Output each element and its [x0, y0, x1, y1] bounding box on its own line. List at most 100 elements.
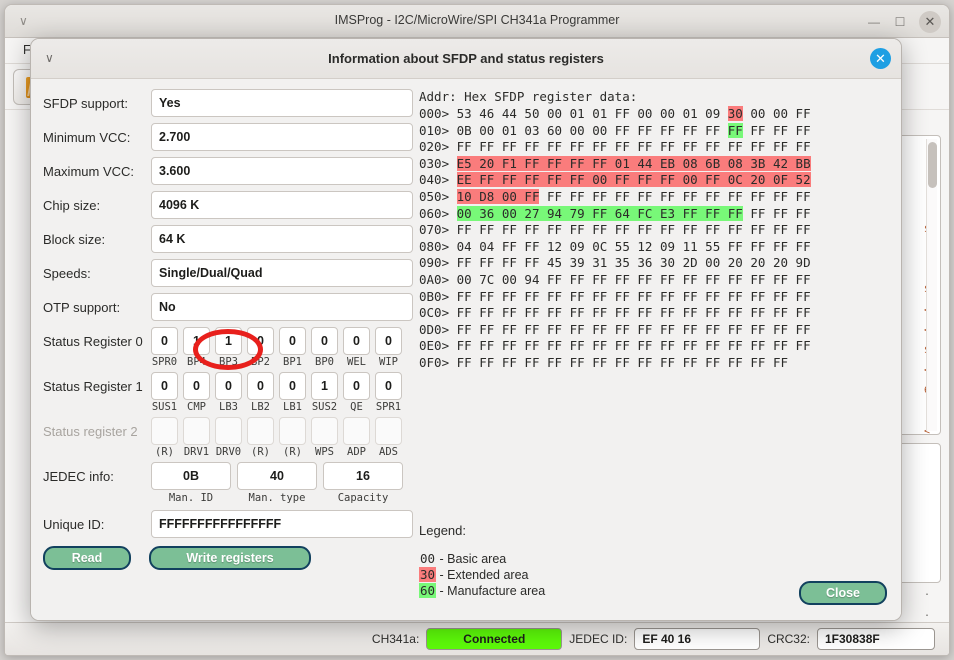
hexdump-byte: FF [637, 289, 652, 304]
status-bit-cell[interactable]: 0 [343, 372, 370, 400]
status-bit-cell[interactable]: 0 [247, 372, 274, 400]
status-bit-cell[interactable]: 0 [343, 327, 370, 355]
hexdump-byte: FF [660, 123, 675, 138]
info-field-value[interactable]: 3.600 [151, 157, 413, 185]
close-button[interactable]: Close [799, 581, 887, 605]
hexdump-byte: FF [750, 322, 765, 337]
status-bit-cell[interactable]: 0 [151, 327, 178, 355]
hexdump-byte: FF [728, 123, 743, 138]
hexdump-gap [788, 123, 796, 138]
maximize-icon[interactable]: ☐ [893, 15, 907, 29]
hexdump-byte: FF [637, 189, 652, 204]
hexdump-byte: FF [479, 322, 494, 337]
hexdump-byte: E5 [457, 156, 472, 171]
hexdump-gap [788, 139, 796, 154]
dialog-title: Information about SFDP and status regist… [31, 51, 901, 66]
info-field-value[interactable]: 64 K [151, 225, 413, 253]
hexdump-gap [720, 289, 728, 304]
info-field-value[interactable]: Yes [151, 89, 413, 117]
info-field-label: Block size: [43, 232, 151, 247]
hexdump-byte: FF [705, 172, 720, 187]
status-bit-cell[interactable]: 0 [279, 372, 306, 400]
hex-scrollbar[interactable] [926, 139, 937, 431]
hexdump-row: 000> 53 46 44 50 00 01 01 FF 00 00 01 09… [419, 106, 889, 123]
dialog-close-icon[interactable]: ✕ [870, 48, 891, 69]
hexdump-gap [675, 123, 683, 138]
hexdump-byte: FF [570, 156, 585, 171]
jedec-info-cell[interactable]: 16 [323, 462, 403, 490]
hexdump-byte: FF [728, 355, 743, 370]
hexdump-byte: FF [637, 222, 652, 237]
hexdump-gap [494, 156, 502, 171]
status-bit-cell[interactable]: 0 [375, 327, 402, 355]
hexdump-byte: FF [592, 305, 607, 320]
hexdump-gap [675, 355, 683, 370]
hexdump-gap [494, 338, 502, 353]
info-field-value[interactable]: Single/Dual/Quad [151, 259, 413, 287]
hexdump-gap [449, 172, 457, 187]
info-field-value[interactable]: 4096 K [151, 191, 413, 219]
hexdump-gap [652, 189, 660, 204]
status-bit-cell[interactable]: 0 [279, 327, 306, 355]
hexdump-gap [539, 305, 547, 320]
legend-swatch: 30 [419, 567, 436, 582]
info-field-value[interactable]: 2.700 [151, 123, 413, 151]
hexdump-gap [720, 355, 728, 370]
status-bit-name: DRV0 [215, 446, 242, 458]
close-icon[interactable]: ✕ [919, 11, 941, 33]
hexdump-address: 070> [419, 222, 449, 237]
status-bit-cell[interactable]: 1 [215, 327, 242, 355]
status-bit-name: LB3 [215, 401, 242, 413]
status-bit-cell[interactable]: 0 [151, 372, 178, 400]
write-registers-button[interactable]: Write registers [149, 546, 311, 570]
hexdump-gap [765, 305, 773, 320]
hexdump-byte: FF [615, 172, 630, 187]
info-field-value[interactable]: No [151, 293, 413, 321]
hexdump-byte: 12 [547, 239, 562, 254]
minimize-icon[interactable]: — [867, 15, 881, 29]
info-field-label: Maximum VCC: [43, 164, 151, 179]
status-bit-cell[interactable]: 0 [311, 327, 338, 355]
hexdump-byte: 6B [705, 156, 720, 171]
hexdump-byte: FF [796, 206, 811, 221]
status-bit-cell[interactable]: 1 [311, 372, 338, 400]
hexdump-row: 010> 0B 00 01 03 60 00 00 FF FF FF FF FF… [419, 123, 889, 140]
hexdump-gap [788, 239, 796, 254]
hexdump-byte: FF [570, 189, 585, 204]
status-register-bit-names: (R)DRV1DRV0(R)(R)WPSADPADS [151, 446, 413, 458]
status-bit-cell[interactable]: 0 [215, 372, 242, 400]
hexdump-byte: 00 [570, 123, 585, 138]
hexdump-byte: FF [524, 338, 539, 353]
hexdump-gap [607, 206, 615, 221]
hexdump-byte: 53 [457, 106, 472, 121]
hexdump-byte: FF [773, 123, 788, 138]
hexdump-byte: FF [592, 222, 607, 237]
hexdump-byte: 00 [592, 123, 607, 138]
hexdump-byte: FF [502, 239, 517, 254]
hex-scrollbar-thumb[interactable] [928, 142, 937, 188]
hexdump-address: 020> [419, 139, 449, 154]
hexdump-gap [494, 272, 502, 287]
hexdump-byte: FF [524, 305, 539, 320]
hexdump-byte: 01 [615, 156, 630, 171]
info-field-label: SFDP support: [43, 96, 151, 111]
status-bit-cell[interactable]: 1 [183, 327, 210, 355]
status-bit-cell[interactable]: 0 [247, 327, 274, 355]
status-bit-cell[interactable]: 0 [183, 372, 210, 400]
hexdump-gap [652, 289, 660, 304]
hexdump-gap [562, 106, 570, 121]
hex-ascii-char: . [914, 583, 940, 603]
hexdump-row: 0B0> FF FF FF FF FF FF FF FF FF FF FF FF… [419, 289, 889, 306]
hexdump-byte: 11 [683, 239, 698, 254]
hexdump-byte: FF [457, 255, 472, 270]
read-button[interactable]: Read [43, 546, 131, 570]
status-bit-cell[interactable]: 0 [375, 372, 402, 400]
hexdump-byte: FF [728, 239, 743, 254]
hexdump-byte: FF [683, 222, 698, 237]
jedec-info-cell[interactable]: 0B [151, 462, 231, 490]
jedec-info-sublabel: Man. ID [151, 492, 231, 504]
hexdump-byte: 20 [728, 255, 743, 270]
unique-id-field[interactable]: FFFFFFFFFFFFFFFF [151, 510, 413, 538]
hexdump-row: 0E0> FF FF FF FF FF FF FF FF FF FF FF FF… [419, 338, 889, 355]
jedec-info-cell[interactable]: 40 [237, 462, 317, 490]
